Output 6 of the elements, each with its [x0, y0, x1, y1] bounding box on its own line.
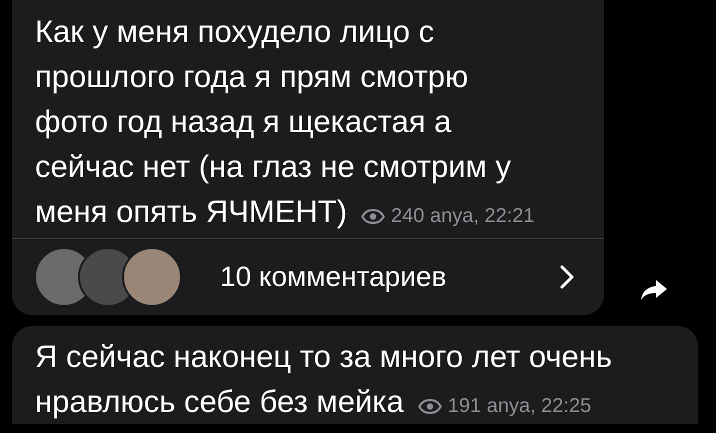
chevron-right-icon — [560, 265, 574, 289]
comments-bar[interactable]: 10 комментариев — [12, 238, 604, 315]
eye-icon — [361, 209, 386, 224]
share-arrow-icon[interactable] — [640, 279, 668, 301]
comments-label: 10 комментариев — [220, 261, 448, 293]
eye-icon — [418, 399, 442, 414]
